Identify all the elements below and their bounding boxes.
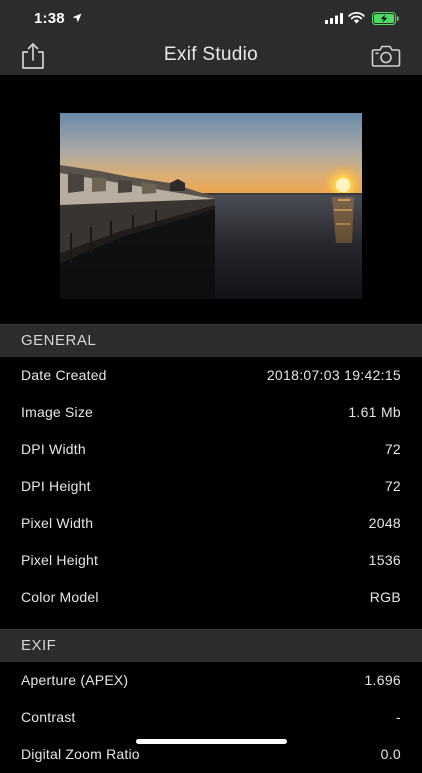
row-value: 2018:07:03 19:42:15 [266, 367, 401, 383]
exif-section-title: EXIF [21, 637, 57, 654]
table-row[interactable]: DPI Height 72 [0, 468, 422, 505]
row-value: - [396, 709, 401, 725]
row-label: Aperture (APEX) [21, 672, 129, 688]
photo-area [0, 75, 422, 324]
table-row[interactable]: Pixel Width 2048 [0, 505, 422, 542]
row-value: 1.61 Mb [348, 404, 401, 420]
row-label: Color Model [21, 589, 99, 605]
row-value: 1.696 [364, 672, 401, 688]
table-row[interactable]: Pixel Height 1536 [0, 542, 422, 579]
row-label: Digital Zoom Ratio [21, 746, 140, 762]
row-value: 2048 [368, 515, 401, 531]
status-bar: 1:38 [0, 0, 422, 38]
table-row[interactable]: Aperture (APEX) 1.696 [0, 662, 422, 699]
photo-preview[interactable] [60, 113, 362, 299]
row-value: 1536 [368, 552, 401, 568]
row-label: Pixel Width [21, 515, 94, 531]
row-label: DPI Width [21, 441, 86, 457]
row-label: Image Size [21, 404, 94, 420]
nav-bar: Exif Studio [0, 38, 422, 75]
camera-button[interactable] [371, 44, 401, 68]
general-section-header: GENERAL [0, 324, 422, 357]
row-value: 0.0 [380, 746, 401, 762]
location-arrow-icon [72, 13, 82, 23]
signal-icon [325, 13, 343, 24]
row-label: Pixel Height [21, 552, 99, 568]
row-value: 72 [384, 478, 401, 494]
row-label: DPI Height [21, 478, 91, 494]
row-label: Date Created [21, 367, 107, 383]
table-row[interactable]: Image Size 1.61 Mb [0, 394, 422, 431]
table-row[interactable]: Color Model RGB [0, 579, 422, 616]
row-value: 72 [384, 441, 401, 457]
exif-section-header: EXIF [0, 629, 422, 662]
table-row[interactable]: DPI Width 72 [0, 431, 422, 468]
status-time: 1:38 [34, 10, 65, 27]
camera-icon [371, 45, 401, 67]
page-title: Exif Studio [163, 44, 259, 65]
row-value: RGB [369, 589, 401, 605]
battery-charging-icon [372, 12, 399, 25]
table-row[interactable]: Date Created 2018:07:03 19:42:15 [0, 357, 422, 394]
home-indicator[interactable] [136, 739, 287, 744]
wifi-icon [348, 12, 365, 24]
table-row[interactable]: Contrast - [0, 699, 422, 736]
row-label: Contrast [21, 709, 76, 725]
general-section-title: GENERAL [21, 332, 97, 349]
